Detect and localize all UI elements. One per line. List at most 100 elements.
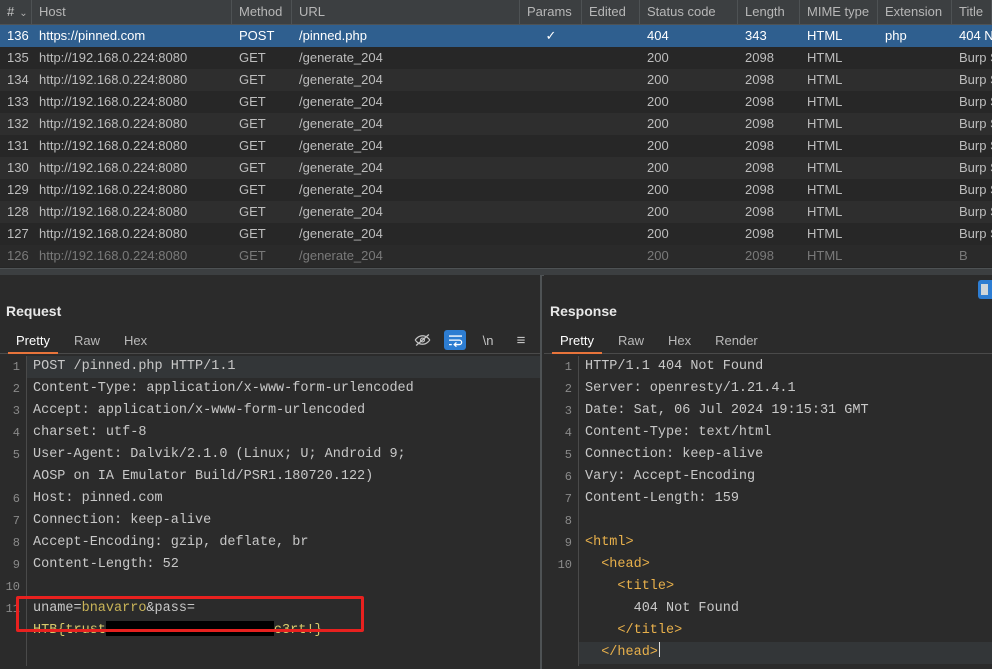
line-number <box>544 642 578 664</box>
code-line: charset: utf-8 <box>33 425 147 440</box>
cell-status: 404 <box>647 28 669 43</box>
param-value-username: bnavarro <box>81 601 147 616</box>
code-line: </head> <box>579 642 992 664</box>
line-number: 7 <box>564 492 572 506</box>
vertical-splitter[interactable] <box>540 275 542 669</box>
table-row[interactable]: 128 http://192.168.0.224:8080 GET/generate… <box>0 201 992 223</box>
column-header-length[interactable]: Length <box>738 0 800 24</box>
line-number: 7 <box>12 514 20 528</box>
cell-mime: HTML <box>807 182 843 197</box>
cell-length: 2098 <box>745 160 774 175</box>
cell-method: GET <box>239 50 266 65</box>
request-pane: Request Pretty Raw Hex \n ≡ 1 2 3 4 5 6 … <box>0 275 540 669</box>
table-row[interactable]: 136 https://pinned.com POST/pinned.php ✓ 404… <box>0 25 992 47</box>
redaction-bar <box>105 621 274 636</box>
cell-mime: HTML <box>807 138 843 153</box>
request-gutter: 1 2 3 4 5 6 7 8 9 10 11 <box>0 356 27 666</box>
table-row[interactable]: 132 http://192.168.0.224:8080 GET/generate… <box>0 113 992 135</box>
cell-ext <box>878 245 952 267</box>
cell-url: /generate_204 <box>299 72 383 87</box>
column-header-host[interactable]: Host <box>32 0 232 24</box>
column-header-[interactable]: # ⌄ <box>0 0 32 24</box>
response-code[interactable]: HTTP/1.1 404 Not Found Server: openresty/… <box>579 356 992 664</box>
newline-glyph: \n <box>482 332 494 348</box>
request-tabbar[interactable]: Pretty Raw Hex \n ≡ <box>0 327 540 354</box>
cell-method: GET <box>239 138 266 153</box>
cell-title: 404 N <box>959 28 992 43</box>
cell-status: 200 <box>647 204 669 219</box>
cell-edited <box>582 47 640 69</box>
table-body[interactable]: 136 https://pinned.com POST/pinned.php ✓ 404… <box>0 25 992 267</box>
cell-length: 2098 <box>745 204 774 219</box>
cell-status: 200 <box>647 248 669 263</box>
cell-status: 200 <box>647 226 669 241</box>
cell-edited <box>582 223 640 245</box>
response-pane: Response Pretty Raw Hex Render 1 2 3 4 5 6 7 8 9… <box>544 275 992 669</box>
hide-whitespace-icon[interactable] <box>411 330 433 350</box>
column-header-extension[interactable]: Extension <box>878 0 952 24</box>
tab-response-raw[interactable]: Raw <box>606 333 656 353</box>
table-row[interactable]: 133 http://192.168.0.224:8080 GET/generate… <box>0 91 992 113</box>
editor-menu-icon[interactable]: ≡ <box>510 330 532 350</box>
cell-ext <box>878 201 952 223</box>
panel-layout-toggle[interactable] <box>978 280 992 299</box>
cell-mime: HTML <box>807 248 843 263</box>
table-row[interactable]: 134 http://192.168.0.224:8080 GET/generate… <box>0 69 992 91</box>
cell-host: http://192.168.0.224:8080 <box>39 160 188 175</box>
request-editor[interactable]: 1 2 3 4 5 6 7 8 9 10 11 POST /pinned.php HTTP/1.1 C… <box>0 356 540 666</box>
cell-host: https://pinned.com <box>39 28 146 43</box>
column-header-title[interactable]: Title <box>952 0 992 24</box>
request-code[interactable]: POST /pinned.php HTTP/1.1 Content-Type: a… <box>27 356 540 642</box>
response-tabbar[interactable]: Pretty Raw Hex Render <box>544 327 992 354</box>
cell-title: Burp S <box>959 160 992 175</box>
word-wrap-icon[interactable] <box>444 330 466 350</box>
flag-prefix: HTB{trust <box>33 623 106 638</box>
cell-ext <box>878 113 952 135</box>
cell-method: POST <box>239 28 275 43</box>
tab-response-render[interactable]: Render <box>703 333 770 353</box>
cell-url: /generate_204 <box>299 226 383 241</box>
code-line-flag: HTB{trust c3rt!} <box>27 620 540 642</box>
cell-ext <box>878 47 952 69</box>
table-row[interactable]: 126 http://192.168.0.224:8080 GET/generate… <box>0 245 992 267</box>
table-row[interactable]: 129 http://192.168.0.224:8080 GET/generate… <box>0 179 992 201</box>
cell-edited <box>582 69 640 91</box>
layout-toggle-glyph <box>981 284 988 295</box>
line-number: 4 <box>12 426 20 440</box>
cell-status: 200 <box>647 72 669 87</box>
cell-method: GET <box>239 116 266 131</box>
code-line: </title> <box>579 620 992 642</box>
line-number <box>544 598 578 620</box>
response-editor[interactable]: 1 2 3 4 5 6 7 8 9 10 HTTP/1.1 404 Not Found Server… <box>544 356 992 666</box>
cell-method: GET <box>239 248 266 263</box>
column-header-status-code[interactable]: Status code <box>640 0 738 24</box>
column-header-edited[interactable]: Edited <box>582 0 640 24</box>
column-header-params[interactable]: Params <box>520 0 582 24</box>
tab-request-raw[interactable]: Raw <box>62 333 112 353</box>
cell-edited <box>582 113 640 135</box>
line-number: 2 <box>564 382 572 396</box>
cell-num: 129 <box>7 182 29 197</box>
cell-host: http://192.168.0.224:8080 <box>39 94 188 109</box>
line-number: 1 <box>564 360 572 374</box>
cell-host: http://192.168.0.224:8080 <box>39 50 188 65</box>
sort-descending-icon: ⌄ <box>19 8 28 19</box>
show-newlines-icon[interactable]: \n <box>477 330 499 350</box>
table-row[interactable]: 131 http://192.168.0.224:8080 GET/generate… <box>0 135 992 157</box>
tab-response-pretty[interactable]: Pretty <box>548 333 606 354</box>
table-row[interactable]: 135 http://192.168.0.224:8080 GET/generate… <box>0 47 992 69</box>
column-header-mime-type[interactable]: MIME type <box>800 0 878 24</box>
tab-request-hex[interactable]: Hex <box>112 333 159 353</box>
tab-response-hex[interactable]: Hex <box>656 333 703 353</box>
table-row[interactable]: 130 http://192.168.0.224:8080 GET/generate… <box>0 157 992 179</box>
http-history-table[interactable]: # ⌄ Host Method URL Params Edited Status code Le… <box>0 0 992 268</box>
request-tool-icons[interactable]: \n ≡ <box>411 330 532 350</box>
column-header-url[interactable]: URL <box>292 0 520 24</box>
cell-edited <box>582 91 640 113</box>
cell-url: /generate_204 <box>299 204 383 219</box>
cell-params <box>520 245 582 267</box>
tab-request-pretty[interactable]: Pretty <box>4 333 62 354</box>
column-header-method[interactable]: Method <box>232 0 292 24</box>
table-row[interactable]: 127 http://192.168.0.224:8080 GET/generate… <box>0 223 992 245</box>
